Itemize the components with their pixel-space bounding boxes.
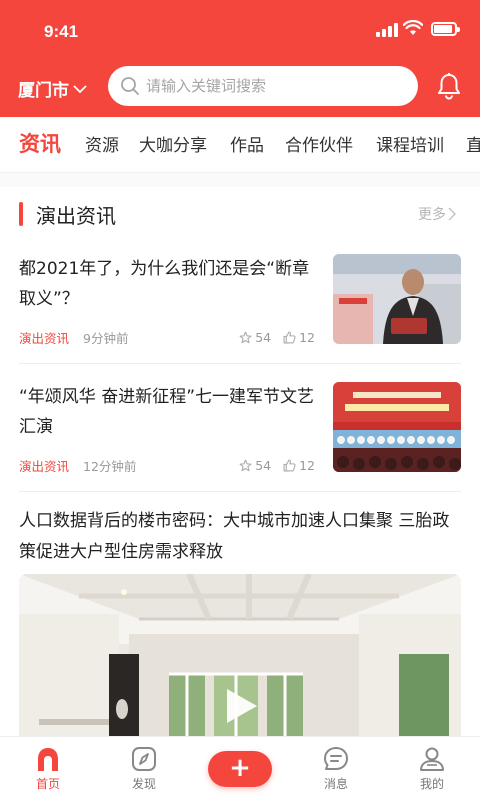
battery-icon [431, 22, 460, 36]
chevron-down-icon [73, 84, 87, 93]
home-icon [38, 748, 58, 771]
chevron-right-icon [448, 207, 456, 221]
nav-profile-label: 我的 [419, 777, 444, 791]
category-tabs: 资讯 资源 大咖分享 作品 合作伙伴 课程培训 直 [0, 117, 480, 173]
city-selector[interactable]: 厦门市 [18, 76, 87, 101]
message-icon [324, 747, 348, 770]
nav-home[interactable]: 首页 [18, 745, 78, 792]
status-time: 9:41 [44, 22, 79, 41]
news-meta: 演出资讯 9分钟前 54 12 [19, 328, 315, 347]
user-icon [420, 747, 444, 771]
bell-icon[interactable] [436, 72, 462, 100]
news-time: 9分钟前 [83, 331, 129, 346]
tab-expert-sharing[interactable]: 大咖分享 [139, 131, 207, 156]
like-count[interactable]: 12 [283, 458, 315, 473]
tab-works[interactable]: 作品 [230, 131, 264, 156]
top-header: 9:41 厦门市 [0, 0, 480, 117]
tab-partners[interactable]: 合作伙伴 [285, 131, 353, 156]
thumbs-up-icon [283, 459, 296, 472]
more-label: 更多 [418, 207, 446, 223]
nav-discover[interactable]: 发现 [114, 745, 174, 792]
city-label: 厦门市 [18, 81, 69, 101]
like-count[interactable]: 12 [283, 330, 315, 345]
nav-messages[interactable]: 消息 [306, 745, 366, 792]
star-count[interactable]: 54 [239, 330, 271, 345]
section-accent-bar [19, 202, 23, 226]
bottom-nav: 首页 发现 + 消息 我的 [0, 736, 480, 800]
status-bar: 9:41 [0, 0, 480, 60]
add-button[interactable]: + [208, 751, 272, 787]
nav-profile[interactable]: 我的 [402, 745, 462, 792]
news-thumbnail [333, 254, 461, 344]
wifi-icon [403, 20, 423, 35]
star-count[interactable]: 54 [239, 458, 271, 473]
news-tag: 演出资讯 [19, 459, 70, 474]
feature-title[interactable]: 人口数据背后的楼市密码：大中城市加速人口集聚 三胎政策促进大户型住房需求释放 [19, 506, 461, 568]
section-spacer [0, 173, 480, 187]
feature-video[interactable] [19, 574, 461, 744]
nav-discover-label: 发现 [131, 777, 156, 791]
tab-more-cut[interactable]: 直 [466, 131, 480, 156]
news-meta: 演出资讯 12分钟前 54 12 [19, 456, 315, 475]
more-link[interactable]: 更多 [418, 204, 456, 224]
news-thumbnail [333, 382, 461, 472]
news-time: 12分钟前 [83, 459, 137, 474]
star-icon [239, 459, 252, 472]
search-input[interactable] [146, 77, 386, 95]
nav-home-label: 首页 [35, 777, 60, 791]
tab-resources[interactable]: 资源 [85, 131, 119, 156]
news-title: “年颂风华 奋进新征程”七一建军节文艺汇演 [19, 387, 315, 437]
section-title: 演出资讯 [36, 204, 116, 228]
compass-icon [132, 747, 156, 771]
nav-messages-label: 消息 [323, 777, 348, 791]
search-icon [121, 77, 139, 95]
star-icon [239, 331, 252, 344]
divider [19, 491, 461, 492]
plus-icon: + [229, 753, 251, 783]
thumbs-up-icon [283, 331, 296, 344]
news-tag: 演出资讯 [19, 331, 70, 346]
news-title: 都2021年了，为什么我们还是会“断章取义”？ [19, 259, 310, 309]
divider [19, 363, 461, 364]
section-header: 演出资讯 更多 [0, 190, 480, 240]
news-item[interactable]: 都2021年了，为什么我们还是会“断章取义”？ 演出资讯 9分钟前 54 12 [19, 254, 461, 354]
search-bar[interactable] [108, 66, 418, 106]
tab-news[interactable]: 资讯 [19, 128, 61, 158]
news-item[interactable]: “年颂风华 奋进新征程”七一建军节文艺汇演 演出资讯 12分钟前 54 12 [19, 382, 461, 482]
tab-courses[interactable]: 课程培训 [376, 131, 444, 156]
signal-icon [376, 23, 398, 37]
